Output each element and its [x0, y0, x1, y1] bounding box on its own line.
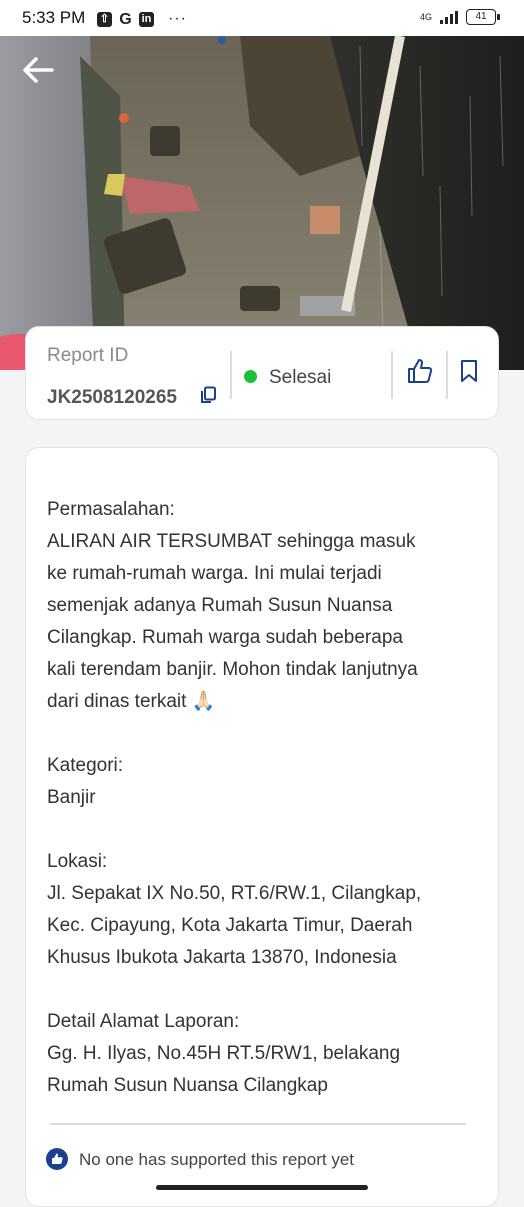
- location-label: Lokasi:: [47, 851, 108, 872]
- support-thumbs-up-icon: [46, 1148, 68, 1170]
- problem-text: ALIRAN AIR TERSUMBAT sehingga masuk ke r…: [47, 531, 418, 712]
- support-count-text: No one has supported this report yet: [79, 1150, 354, 1169]
- divider: [391, 351, 393, 399]
- problem-label: Permasalahan:: [47, 499, 175, 520]
- network-type: 4G: [419, 11, 432, 22]
- bookmark-icon[interactable]: [458, 359, 480, 383]
- section-divider: [50, 1123, 466, 1125]
- category-label: Kategori:: [47, 755, 124, 776]
- notification-icons: ⇧ G in ···: [97, 10, 187, 28]
- arrow-left-icon: [23, 57, 54, 83]
- home-indicator[interactable]: [156, 1185, 368, 1190]
- report-summary-card: Report ID JK2508120265 Selesai: [25, 326, 499, 420]
- status-indicator: [244, 370, 257, 383]
- address-value: Gg. H. Ilyas, No.45H RT.5/RW1, belakang …: [47, 1043, 401, 1096]
- system-indicators: 4G 41: [419, 9, 500, 25]
- address-label: Detail Alamat Laporan:: [47, 1011, 240, 1032]
- google-notification-icon: G: [119, 10, 132, 28]
- thumbs-up-icon[interactable]: [406, 357, 434, 385]
- back-button[interactable]: [16, 48, 60, 92]
- battery-icon: 41: [466, 9, 500, 25]
- status-time: 5:33 PM: [22, 8, 86, 27]
- location-value: Jl. Sepakat IX No.50, RT.6/RW.1, Cilangk…: [47, 883, 422, 968]
- status-bar: 5:33 PM ⇧ G in ··· 4G 41: [0, 0, 524, 36]
- copy-icon[interactable]: [199, 386, 217, 404]
- report-id-value: JK2508120265: [47, 387, 177, 408]
- linkedin-notification-icon: in: [139, 11, 154, 27]
- category-value: Banjir: [47, 787, 96, 808]
- divider: [230, 351, 232, 399]
- photo-illustration: [0, 36, 524, 370]
- signal-icon: [440, 10, 458, 24]
- report-id-label: Report ID: [47, 345, 129, 366]
- upload-notification-icon: ⇧: [97, 11, 112, 27]
- more-notifications-icon: ···: [168, 10, 187, 27]
- report-detail-card: Permasalahan: ALIRAN AIR TERSUMBAT sehin…: [25, 447, 499, 1207]
- report-photo[interactable]: [0, 36, 524, 370]
- divider: [446, 351, 448, 399]
- report-status: Selesai: [269, 367, 332, 388]
